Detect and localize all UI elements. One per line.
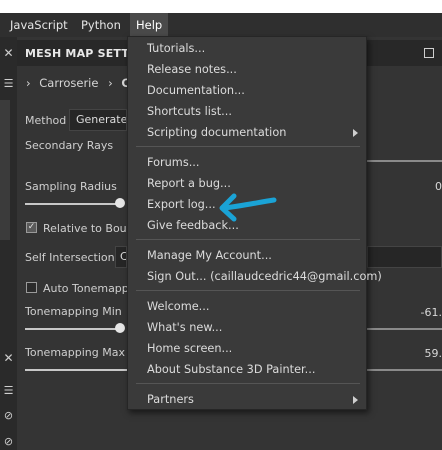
- relative-label: Relative to Bounc: [43, 222, 140, 235]
- menu-item-tutorials[interactable]: Tutorials...: [147, 41, 205, 57]
- relative-checkbox[interactable]: ✓: [26, 222, 37, 233]
- self-intersection-label: Self Intersection: [25, 251, 115, 264]
- breadcrumb-item[interactable]: Carroserie: [39, 76, 98, 90]
- close-icon[interactable]: ✕: [2, 47, 15, 60]
- menu-item-export-log[interactable]: Export log...: [147, 197, 216, 213]
- method-label: Method: [25, 114, 67, 127]
- tonemapping-min-slider-handle[interactable]: [115, 323, 125, 333]
- tonemapping-min-value[interactable]: -61.: [400, 306, 442, 319]
- menu-help[interactable]: Help: [130, 13, 168, 37]
- menu-item-sign-out[interactable]: Sign Out... (caillaudcedric44@gmail.com): [147, 269, 382, 285]
- left-panel-tab[interactable]: [0, 100, 10, 240]
- method-dropdown[interactable]: Generate f: [69, 109, 127, 131]
- chevron-right-icon: ›: [108, 76, 113, 90]
- secondary-rays-label: Secondary Rays: [25, 139, 114, 152]
- menu-item-documentation[interactable]: Documentation...: [147, 83, 245, 99]
- self-intersection-dropdown-ext[interactable]: [367, 246, 442, 268]
- tonemapping-max-slider-fill: [25, 369, 127, 371]
- menu-item-whats-new[interactable]: What's new...: [147, 320, 222, 336]
- panel-title: MESH MAP SETTIN: [25, 47, 143, 60]
- tonemapping-max-slider-track[interactable]: [367, 369, 442, 371]
- menu-python[interactable]: Python: [75, 13, 127, 37]
- link-icon[interactable]: ⊘: [2, 409, 15, 422]
- menu-item-release-notes[interactable]: Release notes...: [147, 62, 237, 78]
- auto-tonemapping-label: Auto Tonemappin: [43, 282, 139, 295]
- sampling-radius-slider-handle[interactable]: [115, 198, 125, 208]
- tonemapping-min-label: Tonemapping Min: [25, 305, 122, 318]
- sampling-radius-slider-fill: [25, 203, 120, 205]
- menu-separator: [136, 146, 360, 147]
- menu-separator: [136, 239, 360, 240]
- maximize-icon[interactable]: [424, 48, 434, 58]
- menu-item-manage-account[interactable]: Manage My Account...: [147, 248, 272, 264]
- submenu-arrow-icon: [353, 396, 358, 404]
- secondary-rays-slider[interactable]: [367, 160, 442, 162]
- auto-tonemapping-checkbox[interactable]: [26, 282, 37, 293]
- filter-icon[interactable]: ☰: [2, 384, 15, 397]
- menu-item-home-screen[interactable]: Home screen...: [147, 341, 232, 357]
- menu-item-welcome[interactable]: Welcome...: [147, 299, 209, 315]
- menu-separator: [136, 290, 360, 291]
- link-icon[interactable]: ⊘: [2, 435, 15, 448]
- sampling-radius-label: Sampling Radius: [25, 180, 117, 193]
- menu-item-shortcuts[interactable]: Shortcuts list...: [147, 104, 232, 120]
- sampling-radius-value[interactable]: 0: [400, 180, 442, 193]
- submenu-arrow-icon: [353, 129, 358, 137]
- menu-item-scripting-docs[interactable]: Scripting documentation: [147, 125, 286, 141]
- tonemapping-max-value[interactable]: 59.: [400, 347, 442, 360]
- self-intersection-dropdown[interactable]: C: [115, 246, 127, 268]
- close-icon[interactable]: ✕: [2, 352, 15, 365]
- menu-javascript[interactable]: JavaScript: [4, 13, 74, 37]
- chevron-right-icon: ›: [26, 76, 31, 90]
- tonemapping-max-label: Tonemapping Max: [25, 346, 125, 359]
- menu-separator: [136, 383, 360, 384]
- left-toolstrip: ✕ ☰ ✕ ☰ ⊘ ⊘: [0, 37, 18, 450]
- breadcrumb: › Carroserie › Cu: [26, 76, 138, 90]
- annotation-arrow-icon: [219, 193, 277, 222]
- tonemapping-min-slider-fill: [25, 328, 120, 330]
- list-icon[interactable]: ☰: [2, 77, 15, 90]
- tonemapping-min-slider-track[interactable]: [367, 328, 442, 330]
- menu-item-partners[interactable]: Partners: [147, 392, 194, 408]
- menu-item-forums[interactable]: Forums...: [147, 155, 199, 171]
- menu-bar: JavaScript Python Help: [0, 13, 442, 38]
- menu-item-about[interactable]: About Substance 3D Painter...: [147, 362, 315, 378]
